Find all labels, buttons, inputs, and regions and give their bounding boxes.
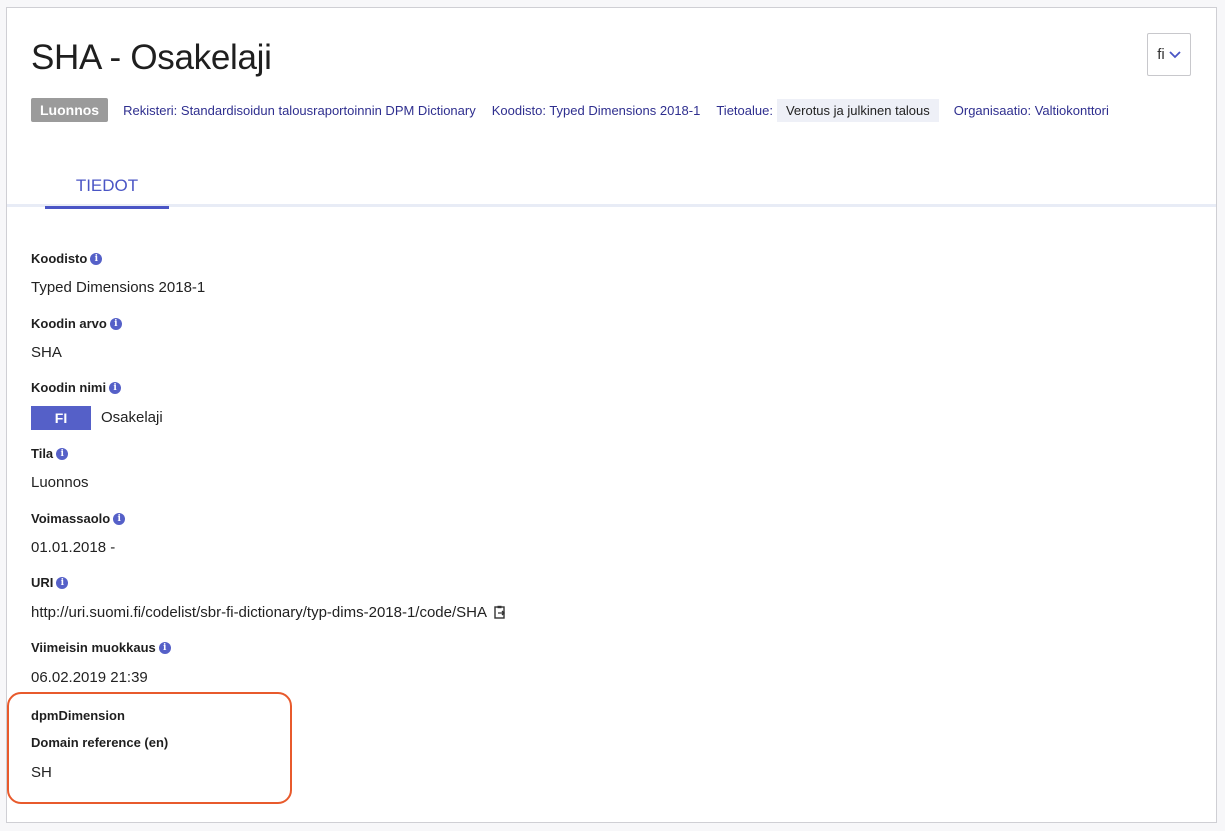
info-icon[interactable]: i (90, 252, 103, 265)
info-icon[interactable]: i (56, 447, 69, 460)
field-label-validity-text: Voimassaolo (31, 511, 111, 526)
field-value-code-name: Osakelaji (101, 409, 163, 426)
page-title: SHA - Osakelaji (31, 38, 272, 77)
info-icon[interactable]: i (113, 512, 126, 525)
extension-value: SH (31, 764, 52, 781)
extension-label-text: Domain reference (en) (31, 735, 169, 750)
copy-icon[interactable] (493, 605, 507, 619)
chevron-down-icon (1169, 50, 1181, 58)
status-badge: Luonnos (31, 98, 109, 122)
language-badge: FI (31, 406, 91, 430)
field-label-uri: URI i (31, 575, 69, 590)
field-label-modified: Viimeisin muokkaus i (31, 640, 171, 655)
codelist-link[interactable]: Koodisto: Typed Dimensions 2018-1 (492, 103, 701, 118)
domain-chip: Verotus ja julkinen talous (776, 98, 939, 122)
organization-link[interactable]: Organisaatio: Valtiokonttori (954, 103, 1109, 118)
info-icon[interactable]: i (158, 641, 171, 654)
extension-title: dpmDimension (31, 708, 125, 723)
field-value-uri-row: http://uri.suomi.fi/codelist/sbr-fi-dict… (31, 604, 507, 621)
field-value-code-value: SHA (31, 344, 62, 361)
field-label-code-name-text: Koodin nimi (31, 380, 107, 395)
field-label-code-value: Koodin arvo i (31, 316, 122, 331)
info-icon[interactable]: i (109, 317, 122, 330)
domain-label: Tietoalue: (716, 102, 773, 118)
field-label-status: Tila i (31, 446, 69, 461)
field-label-uri-text: URI (31, 575, 54, 590)
field-label-codelist-text: Koodisto (31, 251, 88, 266)
field-value-validity: 01.01.2018 - (31, 539, 116, 556)
meta-row: Luonnos Rekisteri: Standardisoidun talou… (31, 98, 1125, 122)
field-label-code-name: Koodin nimi i (31, 380, 122, 395)
field-value-modified: 06.02.2019 21:39 (31, 669, 148, 686)
field-label-validity: Voimassaolo i (31, 511, 126, 526)
registry-link[interactable]: Rekisteri: Standardisoidun talousraporto… (123, 103, 476, 118)
language-selector-value: fi (1157, 46, 1165, 63)
field-label-codelist: Koodisto i (31, 251, 103, 266)
field-label-status-text: Tila (31, 446, 54, 461)
field-value-codelist: Typed Dimensions 2018-1 (31, 279, 206, 296)
field-label-code-value-text: Koodin arvo (31, 316, 107, 331)
extension-title-text: dpmDimension (31, 708, 125, 723)
info-icon[interactable]: i (56, 576, 69, 589)
field-label-modified-text: Viimeisin muokkaus (31, 640, 156, 655)
uri-text[interactable]: http://uri.suomi.fi/codelist/sbr-fi-dict… (31, 604, 486, 621)
tab-bar: TIEDOT (7, 168, 1216, 209)
extension-label: Domain reference (en) (31, 735, 168, 750)
info-icon[interactable]: i (109, 381, 122, 394)
code-detail-card: SHA - Osakelaji fi Luonnos Rekisteri: St… (6, 7, 1217, 823)
language-selector[interactable]: fi (1147, 33, 1191, 76)
field-value-status: Luonnos (31, 474, 89, 491)
tab-tiedot[interactable]: TIEDOT (45, 168, 169, 209)
